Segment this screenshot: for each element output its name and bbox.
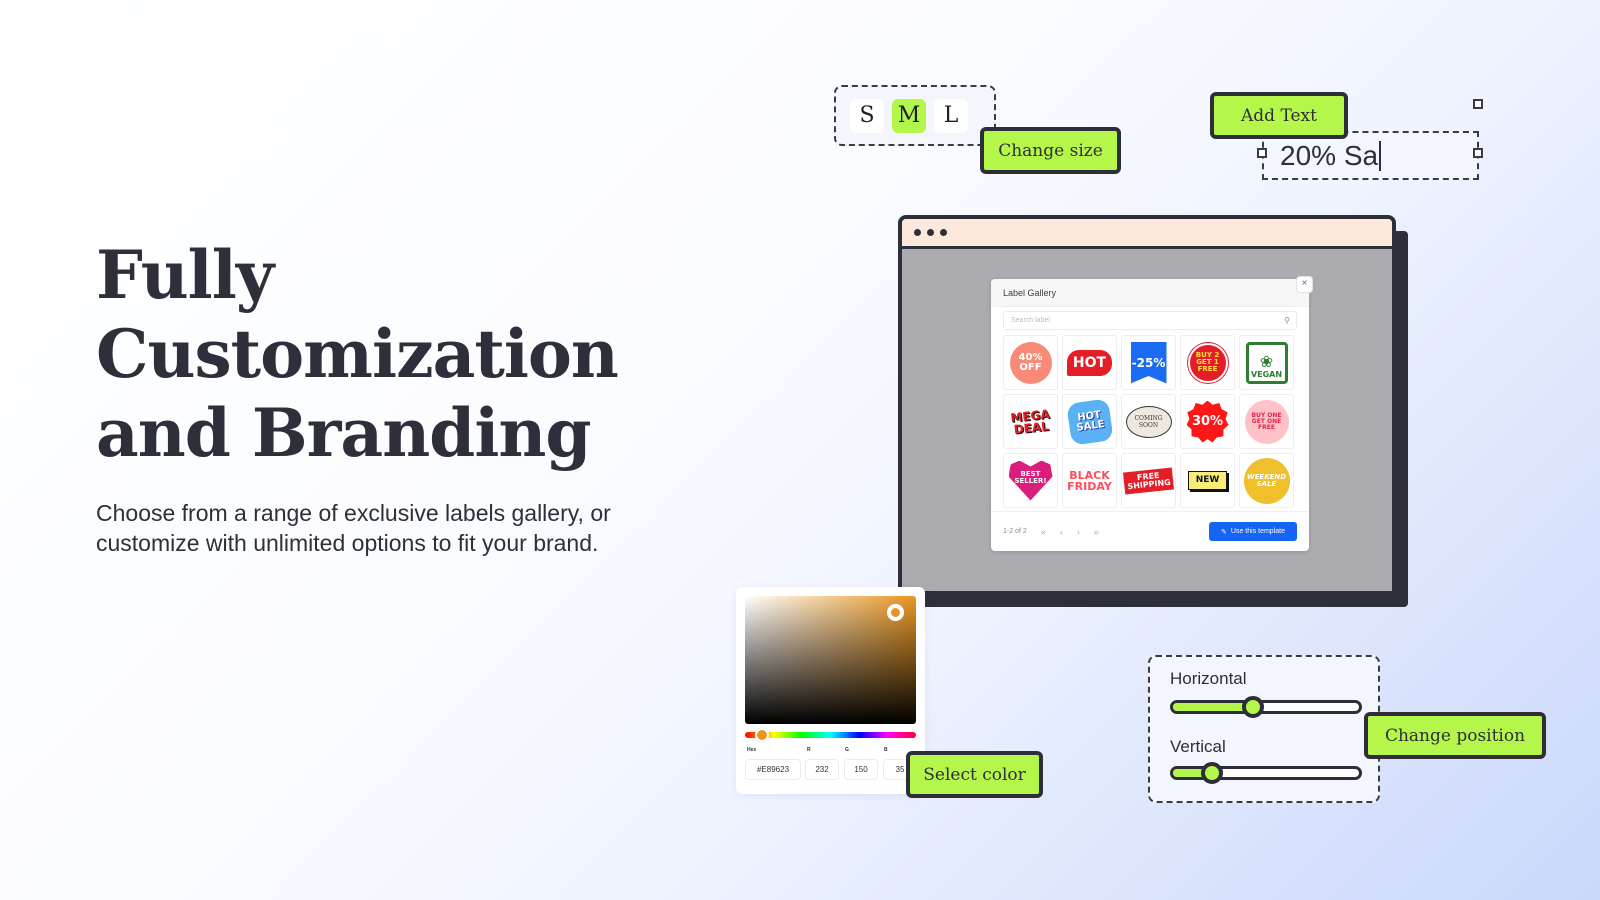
horizontal-slider[interactable]: [1170, 696, 1362, 718]
label-card-bogo[interactable]: BUY ONE GET ONE FREE: [1239, 394, 1294, 449]
vertical-slider[interactable]: [1170, 762, 1362, 784]
size-option-s[interactable]: S: [850, 98, 884, 133]
text-input-value: 20% Sa: [1280, 139, 1379, 171]
window-dot-icon: [940, 229, 947, 236]
r-input[interactable]: 232: [805, 759, 839, 780]
add-text-tag: Add Text: [1210, 92, 1348, 139]
label-black-friday: BLACK FRIDAY: [1067, 468, 1112, 493]
close-icon[interactable]: ×: [1296, 276, 1313, 293]
hex-input[interactable]: #E89623: [745, 759, 801, 780]
label-card-hot[interactable]: HOT: [1062, 335, 1117, 390]
label-card-best-seller[interactable]: BEST SELLER!: [1003, 453, 1058, 508]
r-label: R: [807, 747, 811, 753]
horizontal-fill: [1173, 703, 1253, 711]
horizontal-thumb[interactable]: [1241, 696, 1264, 718]
label-card-free-shipping[interactable]: FREE SHIPPING: [1121, 453, 1176, 508]
g-label: G: [845, 747, 849, 753]
edit-icon: ✎: [1221, 528, 1227, 536]
label-mega-deal: MEGA DEAL: [1009, 406, 1051, 437]
size-picker: S M L: [834, 85, 996, 146]
saturation-value-area[interactable]: [745, 596, 916, 724]
color-picker: Hex R G B #E89623 232 150 35: [736, 587, 925, 794]
label-card-30[interactable]: 30%: [1180, 394, 1235, 449]
label-vegan-text: VEGAN: [1250, 369, 1283, 379]
use-template-label: Use this template: [1230, 528, 1285, 535]
first-page-icon[interactable]: «: [1041, 527, 1046, 537]
hue-knob[interactable]: [755, 728, 769, 742]
b-label: B: [884, 747, 888, 753]
label-card-weekend-sale[interactable]: WEEKEND SALE: [1239, 453, 1294, 508]
headline-line: Customization: [96, 315, 619, 393]
label-card-coming-soon[interactable]: COMING SOON: [1121, 394, 1176, 449]
vertical-thumb[interactable]: [1201, 762, 1224, 784]
window-dot-icon: [914, 229, 921, 236]
hex-label: Hex: [747, 747, 757, 753]
label-card-vegan[interactable]: ❀ VEGAN: [1239, 335, 1294, 390]
headline: Fully Customization and Branding: [96, 236, 656, 473]
label-card-40-off[interactable]: 40% OFF: [1003, 335, 1058, 390]
label-card-new[interactable]: NEW: [1180, 453, 1235, 508]
headline-line: Fully: [96, 236, 274, 314]
color-knob[interactable]: [887, 604, 904, 621]
label-vegan: ❀ VEGAN: [1245, 341, 1288, 384]
hue-slider[interactable]: [745, 728, 916, 742]
search-input[interactable]: Search label ⚲: [1003, 311, 1297, 330]
g-input[interactable]: 150: [844, 759, 878, 780]
select-color-tag: Select color: [906, 751, 1043, 798]
label-coming-soon: COMING SOON: [1125, 405, 1172, 438]
change-position-tag: Change position: [1364, 712, 1546, 759]
next-page-icon[interactable]: ›: [1077, 527, 1080, 537]
position-controls: Horizontal Vertical: [1148, 655, 1380, 803]
subtext: Choose from a range of exclusive labels …: [96, 500, 611, 556]
window-dot-icon: [927, 229, 934, 236]
label-new: NEW: [1187, 471, 1228, 490]
resize-handle-left[interactable]: [1257, 148, 1267, 158]
last-page-icon[interactable]: »: [1094, 527, 1099, 537]
label-card-black-friday[interactable]: BLACK FRIDAY: [1062, 453, 1117, 508]
resize-handle-right[interactable]: [1473, 148, 1483, 158]
modal-title: Label Gallery: [991, 279, 1309, 307]
label-40-off: 40% OFF: [1009, 341, 1052, 384]
label-25-percent: -25%: [1130, 341, 1167, 384]
label-weekend-sale: WEEKEND SALE: [1243, 457, 1290, 504]
vertical-label: Vertical: [1170, 737, 1226, 756]
text-caret: [1379, 140, 1382, 171]
label-free-shipping: FREE SHIPPING: [1122, 466, 1175, 495]
label-hot-sale: HOT SALE: [1065, 397, 1114, 446]
label-card-mega-deal[interactable]: MEGA DEAL: [1003, 394, 1058, 449]
label-grid: 40% OFF HOT -25% BUY 2 GET 1 FREE ❀ VEGA…: [1003, 335, 1294, 508]
label-bogo-free: BUY ONE GET ONE FREE: [1244, 399, 1289, 444]
leaf-icon: ❀: [1259, 351, 1274, 371]
label-hot: HOT: [1066, 349, 1113, 376]
label-best-seller: BEST SELLER!: [1008, 460, 1053, 501]
search-icon: ⚲: [1284, 316, 1290, 325]
search-placeholder: Search label: [1011, 317, 1050, 324]
label-buy2get1: BUY 2 GET 1 FREE: [1187, 342, 1228, 383]
resize-handle-top[interactable]: [1473, 99, 1483, 109]
label-card-hot-sale[interactable]: HOT SALE: [1062, 394, 1117, 449]
headline-line: and Branding: [96, 394, 592, 472]
use-template-button[interactable]: ✎ Use this template: [1209, 522, 1297, 541]
size-option-m[interactable]: M: [892, 98, 926, 133]
label-card-buy2get1[interactable]: BUY 2 GET 1 FREE: [1180, 335, 1235, 390]
prev-page-icon[interactable]: ‹: [1060, 527, 1063, 537]
window-title-bar: [902, 219, 1392, 249]
size-option-l[interactable]: L: [934, 98, 968, 133]
change-size-tag: Change size: [980, 127, 1121, 174]
label-gallery-modal: Label Gallery Search label ⚲ 40% OFF HOT…: [991, 279, 1309, 551]
modal-footer: 1-2 of 2 « ‹ › » ✎ Use this template: [991, 511, 1309, 551]
pagination-range: 1-2 of 2: [1003, 528, 1027, 535]
label-30-percent: 30%: [1186, 400, 1229, 443]
label-card-25[interactable]: -25%: [1121, 335, 1176, 390]
horizontal-label: Horizontal: [1170, 669, 1247, 688]
